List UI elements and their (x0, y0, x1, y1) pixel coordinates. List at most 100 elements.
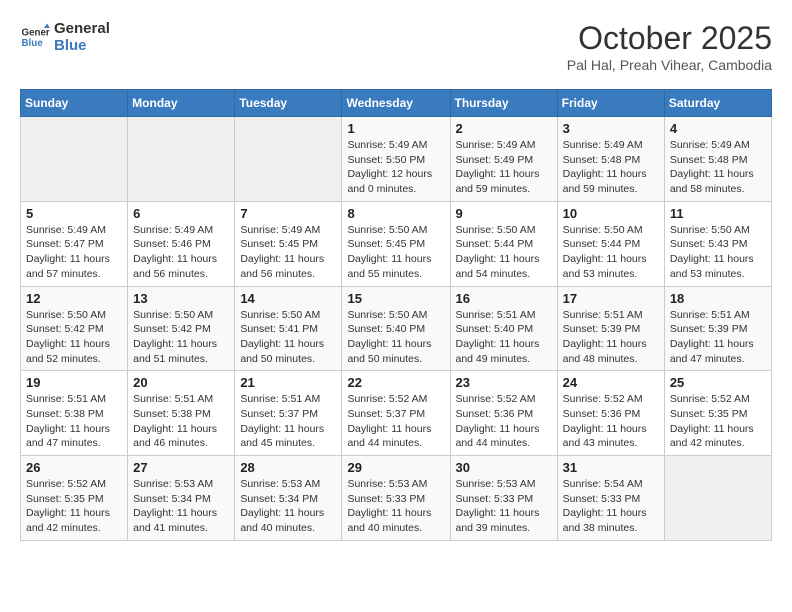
svg-text:General: General (22, 28, 51, 39)
day-info: Sunrise: 5:50 AM Sunset: 5:43 PM Dayligh… (670, 223, 766, 282)
calendar-cell: 4Sunrise: 5:49 AM Sunset: 5:48 PM Daylig… (664, 117, 771, 202)
calendar-cell: 11 Sunrise: 5:50 AM Sunset: 5:43 PM Dayli… (664, 201, 771, 286)
calendar-cell: 25 Sunrise: 5:52 AM Sunset: 5:35 PM Dayli… (664, 371, 771, 456)
calendar-cell: 13Sunrise: 5:50 AM Sunset: 5:42 PM Dayli… (128, 286, 235, 371)
day-number: 18 (670, 291, 766, 306)
day-info: Sunrise: 5:50 AM Sunset: 5:45 PM Dayligh… (347, 223, 444, 282)
calendar-cell: 23 Sunrise: 5:52 AM Sunset: 5:36 PM Dayli… (450, 371, 557, 456)
location-subtitle: Pal Hal, Preah Vihear, Cambodia (567, 57, 772, 73)
calendar-cell: 15 Sunrise: 5:50 AM Sunset: 5:40 PM Dayli… (342, 286, 450, 371)
calendar-week-5: 26 Sunrise: 5:52 AM Sunset: 5:35 PM Dayli… (21, 456, 772, 541)
calendar-cell: 31 Sunrise: 5:54 AM Sunset: 5:33 PM Dayli… (557, 456, 664, 541)
calendar-cell: 26 Sunrise: 5:52 AM Sunset: 5:35 PM Dayli… (21, 456, 128, 541)
calendar-cell: 19Sunrise: 5:51 AM Sunset: 5:38 PM Dayli… (21, 371, 128, 456)
day-info: Sunrise: 5:50 AM Sunset: 5:42 PM Dayligh… (133, 308, 229, 367)
day-number: 11 (670, 206, 766, 221)
day-number: 7 (240, 206, 336, 221)
day-info: Sunrise: 5:51 AM Sunset: 5:40 PM Dayligh… (456, 308, 552, 367)
day-info: Sunrise: 5:52 AM Sunset: 5:36 PM Dayligh… (456, 392, 552, 451)
calendar-cell: 6Sunrise: 5:49 AM Sunset: 5:46 PM Daylig… (128, 201, 235, 286)
day-number: 26 (26, 460, 122, 475)
calendar-cell: 7Sunrise: 5:49 AM Sunset: 5:45 PM Daylig… (235, 201, 342, 286)
day-info: Sunrise: 5:51 AM Sunset: 5:38 PM Dayligh… (26, 392, 122, 451)
calendar-cell: 28 Sunrise: 5:53 AM Sunset: 5:34 PM Dayli… (235, 456, 342, 541)
day-info: Sunrise: 5:50 AM Sunset: 5:41 PM Dayligh… (240, 308, 336, 367)
day-number: 16 (456, 291, 552, 306)
day-info: Sunrise: 5:51 AM Sunset: 5:38 PM Dayligh… (133, 392, 229, 451)
day-number: 14 (240, 291, 336, 306)
day-info: Sunrise: 5:53 AM Sunset: 5:33 PM Dayligh… (347, 477, 444, 536)
calendar-cell: 20Sunrise: 5:51 AM Sunset: 5:38 PM Dayli… (128, 371, 235, 456)
calendar-cell: 1 Sunrise: 5:49 AM Sunset: 5:50 PM Daylig… (342, 117, 450, 202)
weekday-header-thursday: Thursday (450, 90, 557, 117)
weekday-header-tuesday: Tuesday (235, 90, 342, 117)
day-number: 23 (456, 375, 552, 390)
day-info: Sunrise: 5:51 AM Sunset: 5:39 PM Dayligh… (563, 308, 659, 367)
weekday-header-wednesday: Wednesday (342, 90, 450, 117)
day-number: 30 (456, 460, 552, 475)
calendar-cell: 10Sunrise: 5:50 AM Sunset: 5:44 PM Dayli… (557, 201, 664, 286)
day-number: 28 (240, 460, 336, 475)
page-header: General Blue GeneralBlue October 2025 Pa… (20, 20, 772, 73)
day-number: 31 (563, 460, 659, 475)
calendar-week-3: 12 Sunrise: 5:50 AM Sunset: 5:42 PM Dayli… (21, 286, 772, 371)
day-info: Sunrise: 5:49 AM Sunset: 5:47 PM Dayligh… (26, 223, 122, 282)
day-number: 5 (26, 206, 122, 221)
day-number: 10 (563, 206, 659, 221)
calendar-cell: 24 Sunrise: 5:52 AM Sunset: 5:36 PM Dayli… (557, 371, 664, 456)
calendar-cell: 17 Sunrise: 5:51 AM Sunset: 5:39 PM Dayli… (557, 286, 664, 371)
day-info: Sunrise: 5:52 AM Sunset: 5:37 PM Dayligh… (347, 392, 444, 451)
calendar-cell: 29Sunrise: 5:53 AM Sunset: 5:33 PM Dayli… (342, 456, 450, 541)
day-info: Sunrise: 5:53 AM Sunset: 5:34 PM Dayligh… (133, 477, 229, 536)
weekday-header-row: SundayMondayTuesdayWednesdayThursdayFrid… (21, 90, 772, 117)
day-info: Sunrise: 5:49 AM Sunset: 5:49 PM Dayligh… (456, 138, 552, 197)
logo-text: GeneralBlue (54, 20, 110, 54)
calendar-cell: 5 Sunrise: 5:49 AM Sunset: 5:47 PM Daylig… (21, 201, 128, 286)
calendar-cell: 14 Sunrise: 5:50 AM Sunset: 5:41 PM Dayli… (235, 286, 342, 371)
day-number: 27 (133, 460, 229, 475)
logo-icon: General Blue (20, 22, 50, 52)
calendar-week-1: 1 Sunrise: 5:49 AM Sunset: 5:50 PM Daylig… (21, 117, 772, 202)
calendar-table: SundayMondayTuesdayWednesdayThursdayFrid… (20, 89, 772, 541)
calendar-cell (128, 117, 235, 202)
day-info: Sunrise: 5:51 AM Sunset: 5:37 PM Dayligh… (240, 392, 336, 451)
day-info: Sunrise: 5:52 AM Sunset: 5:35 PM Dayligh… (26, 477, 122, 536)
calendar-cell: 12 Sunrise: 5:50 AM Sunset: 5:42 PM Dayli… (21, 286, 128, 371)
weekday-header-saturday: Saturday (664, 90, 771, 117)
calendar-cell: 18 Sunrise: 5:51 AM Sunset: 5:39 PM Dayli… (664, 286, 771, 371)
day-info: Sunrise: 5:52 AM Sunset: 5:35 PM Dayligh… (670, 392, 766, 451)
day-number: 9 (456, 206, 552, 221)
calendar-week-4: 19Sunrise: 5:51 AM Sunset: 5:38 PM Dayli… (21, 371, 772, 456)
calendar-cell: 30 Sunrise: 5:53 AM Sunset: 5:33 PM Dayli… (450, 456, 557, 541)
day-info: Sunrise: 5:52 AM Sunset: 5:36 PM Dayligh… (563, 392, 659, 451)
day-number: 17 (563, 291, 659, 306)
calendar-cell: 21 Sunrise: 5:51 AM Sunset: 5:37 PM Dayli… (235, 371, 342, 456)
day-number: 6 (133, 206, 229, 221)
day-info: Sunrise: 5:49 AM Sunset: 5:50 PM Dayligh… (347, 138, 444, 197)
day-number: 1 (347, 121, 444, 136)
calendar-cell: 3Sunrise: 5:49 AM Sunset: 5:48 PM Daylig… (557, 117, 664, 202)
svg-text:Blue: Blue (22, 38, 44, 49)
day-number: 22 (347, 375, 444, 390)
day-info: Sunrise: 5:54 AM Sunset: 5:33 PM Dayligh… (563, 477, 659, 536)
day-number: 24 (563, 375, 659, 390)
calendar-cell: 9 Sunrise: 5:50 AM Sunset: 5:44 PM Daylig… (450, 201, 557, 286)
day-info: Sunrise: 5:50 AM Sunset: 5:40 PM Dayligh… (347, 308, 444, 367)
calendar-cell: 2Sunrise: 5:49 AM Sunset: 5:49 PM Daylig… (450, 117, 557, 202)
day-info: Sunrise: 5:50 AM Sunset: 5:44 PM Dayligh… (456, 223, 552, 282)
weekday-header-friday: Friday (557, 90, 664, 117)
day-number: 25 (670, 375, 766, 390)
calendar-cell (664, 456, 771, 541)
weekday-header-sunday: Sunday (21, 90, 128, 117)
day-number: 12 (26, 291, 122, 306)
day-number: 21 (240, 375, 336, 390)
day-info: Sunrise: 5:50 AM Sunset: 5:42 PM Dayligh… (26, 308, 122, 367)
day-number: 3 (563, 121, 659, 136)
day-info: Sunrise: 5:53 AM Sunset: 5:33 PM Dayligh… (456, 477, 552, 536)
calendar-cell: 27 Sunrise: 5:53 AM Sunset: 5:34 PM Dayli… (128, 456, 235, 541)
day-info: Sunrise: 5:53 AM Sunset: 5:34 PM Dayligh… (240, 477, 336, 536)
day-number: 15 (347, 291, 444, 306)
weekday-header-monday: Monday (128, 90, 235, 117)
day-info: Sunrise: 5:51 AM Sunset: 5:39 PM Dayligh… (670, 308, 766, 367)
day-info: Sunrise: 5:49 AM Sunset: 5:48 PM Dayligh… (670, 138, 766, 197)
